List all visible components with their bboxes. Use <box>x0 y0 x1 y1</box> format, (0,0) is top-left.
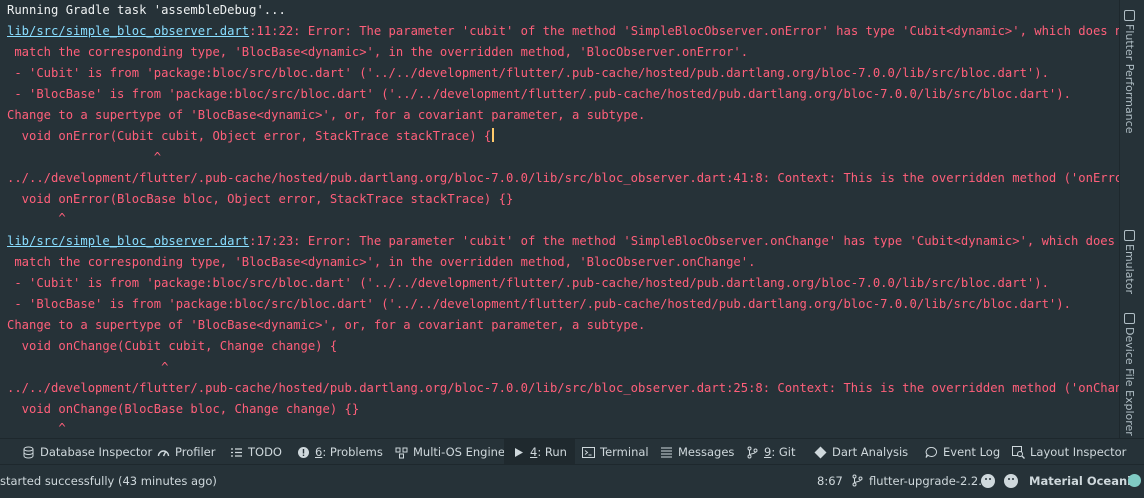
tab-run-label: : Run <box>537 445 567 459</box>
error-1-head-line: lib/src/simple_bloc_observer.dart:11:22:… <box>7 23 1120 39</box>
caret-position[interactable]: 8:67 <box>817 465 843 496</box>
tab-profiler-label: Profiler <box>175 445 216 459</box>
tab-event-log-label: Event Log <box>943 445 1001 459</box>
tab-terminal[interactable]: Terminal <box>582 439 649 465</box>
event-log-icon <box>925 446 937 458</box>
git-branch-icon <box>747 446 758 458</box>
tab-dart-analysis[interactable]: Dart Analysis <box>814 439 908 465</box>
error-1-line-4: - 'BlocBase' is from 'package:bloc/src/b… <box>7 87 1071 101</box>
tab-git[interactable]: 9: Git <box>746 439 795 465</box>
error-1-context-code: void onError(BlocBase bloc, Object error… <box>7 192 514 206</box>
error-2-head-line: lib/src/simple_bloc_observer.dart:17:23:… <box>7 233 1120 249</box>
tab-device-file-explorer-label: Device File Explorer <box>1123 327 1136 436</box>
tab-flutter-performance-label: Flutter Performance <box>1123 24 1136 134</box>
error-2-line-3: - 'Cubit' is from 'package:bloc/src/bloc… <box>7 276 1049 290</box>
tab-emulator-label: Emulator <box>1123 244 1136 294</box>
git-branch-name: flutter-upgrade-2.2.1 <box>869 473 990 488</box>
status-message[interactable]: started successfully (43 minutes ago) <box>0 465 217 496</box>
tab-problems-label: : Problems <box>322 445 383 459</box>
tab-layout-inspector[interactable]: Layout Inspector <box>1012 439 1126 465</box>
tab-database-inspector[interactable]: Database Inspector <box>22 439 152 465</box>
dart-icon <box>814 446 827 458</box>
tab-event-log[interactable]: Event Log <box>925 439 1000 465</box>
todo-list-icon <box>231 447 242 457</box>
tab-emulator[interactable]: Emulator <box>1123 230 1136 294</box>
error-1-context-line: ../../development/flutter/.pub-cache/hos… <box>7 171 1120 185</box>
bottom-tool-window-bar: Database Inspector Profiler TODO 6: Prob… <box>0 438 1144 465</box>
error-2-code-line: void onChange(Cubit cubit, Change change… <box>7 339 338 353</box>
database-icon <box>23 446 34 459</box>
tab-device-file-explorer[interactable]: Device File Explorer <box>1123 313 1136 436</box>
problems-warning-icon <box>298 446 309 458</box>
tab-multi-os-engine-label: Multi-OS Engine <box>413 445 505 459</box>
multi-os-engine-icon <box>395 447 408 458</box>
tab-problems-number: 6 <box>315 445 323 459</box>
error-1-context-pointer: ^ <box>7 211 66 225</box>
device-file-explorer-icon <box>1123 313 1135 324</box>
theme-dot-icon <box>1128 474 1141 487</box>
terminal-icon <box>582 446 595 458</box>
error-2-file-link[interactable]: lib/src/simple_bloc_observer.dart <box>7 234 249 248</box>
tab-todo[interactable]: TODO <box>230 439 282 465</box>
tab-multi-os-engine[interactable]: Multi-OS Engine <box>395 439 505 465</box>
tab-problems[interactable]: 6: Problems <box>297 439 383 465</box>
emulator-icon <box>1123 230 1135 241</box>
tab-profiler[interactable]: Profiler <box>157 439 216 465</box>
console-header-line: Running Gradle task 'assembleDebug'... <box>7 3 286 17</box>
messages-icon <box>661 446 672 458</box>
sad-feedback-button[interactable] <box>1004 465 1018 496</box>
happy-feedback-button[interactable] <box>981 465 995 496</box>
error-1-line-2: match the corresponding type, 'BlocBase<… <box>7 45 749 59</box>
error-2-pointer: ^ <box>7 360 169 374</box>
tab-flutter-performance[interactable]: Flutter Performance <box>1123 10 1136 133</box>
error-1-pointer: ^ <box>7 150 162 164</box>
error-1-line-3: - 'Cubit' is from 'package:bloc/src/bloc… <box>7 66 1049 80</box>
theme-indicator[interactable] <box>1128 465 1141 496</box>
tab-messages-label: Messages <box>678 445 735 459</box>
flutter-performance-icon <box>1123 10 1135 21</box>
error-2-context-pointer: ^ <box>7 421 66 435</box>
profiler-gauge-icon <box>157 449 170 456</box>
error-1-code-line: void onError(Cubit cubit, Object error, … <box>7 128 495 144</box>
tab-run-number: 4 <box>530 445 538 459</box>
layout-inspector-icon <box>1012 445 1025 459</box>
error-2-context-code: void onChange(BlocBase bloc, Change chan… <box>7 402 360 416</box>
tab-terminal-label: Terminal <box>600 445 649 459</box>
error-1-message: :11:22: Error: The parameter 'cubit' of … <box>249 24 1120 38</box>
tab-git-label: : Git <box>771 445 796 459</box>
tab-git-number: 9 <box>764 445 772 459</box>
tab-messages[interactable]: Messages <box>660 439 734 465</box>
git-branch-widget[interactable]: flutter-upgrade-2.2.1 <box>851 465 989 496</box>
error-1-line-5: Change to a supertype of 'BlocBase<dynam… <box>7 108 646 122</box>
tab-database-inspector-label: Database Inspector <box>40 445 153 459</box>
branch-icon <box>852 474 863 487</box>
run-play-icon <box>515 447 523 457</box>
text-caret <box>492 128 495 142</box>
status-bar: started successfully (43 minutes ago) 8:… <box>0 464 1144 498</box>
tab-todo-label: TODO <box>248 445 282 459</box>
tab-run[interactable]: 4: Run <box>504 439 575 465</box>
error-1-file-link[interactable]: lib/src/simple_bloc_observer.dart <box>7 24 249 38</box>
theme-name[interactable]: Material Oceanic <box>1029 465 1138 496</box>
error-2-line-5: Change to a supertype of 'BlocBase<dynam… <box>7 318 646 332</box>
error-1-code-text: void onError(Cubit cubit, Object error, … <box>7 129 492 143</box>
tab-layout-inspector-label: Layout Inspector <box>1030 445 1127 459</box>
error-2-line-2: match the corresponding type, 'BlocBase<… <box>7 255 756 269</box>
right-tool-window-strip: Flutter Performance Emulator Device File… <box>1119 0 1144 462</box>
frown-icon <box>1004 473 1018 488</box>
error-2-context-line: ../../development/flutter/.pub-cache/hos… <box>7 381 1120 395</box>
smile-icon <box>981 473 995 488</box>
tab-dart-analysis-label: Dart Analysis <box>832 445 909 459</box>
run-console-output[interactable]: Running Gradle task 'assembleDebug'... l… <box>0 0 1120 438</box>
error-2-message: :17:23: Error: The parameter 'cubit' of … <box>249 234 1120 248</box>
error-2-line-4: - 'BlocBase' is from 'package:bloc/src/b… <box>7 297 1071 311</box>
